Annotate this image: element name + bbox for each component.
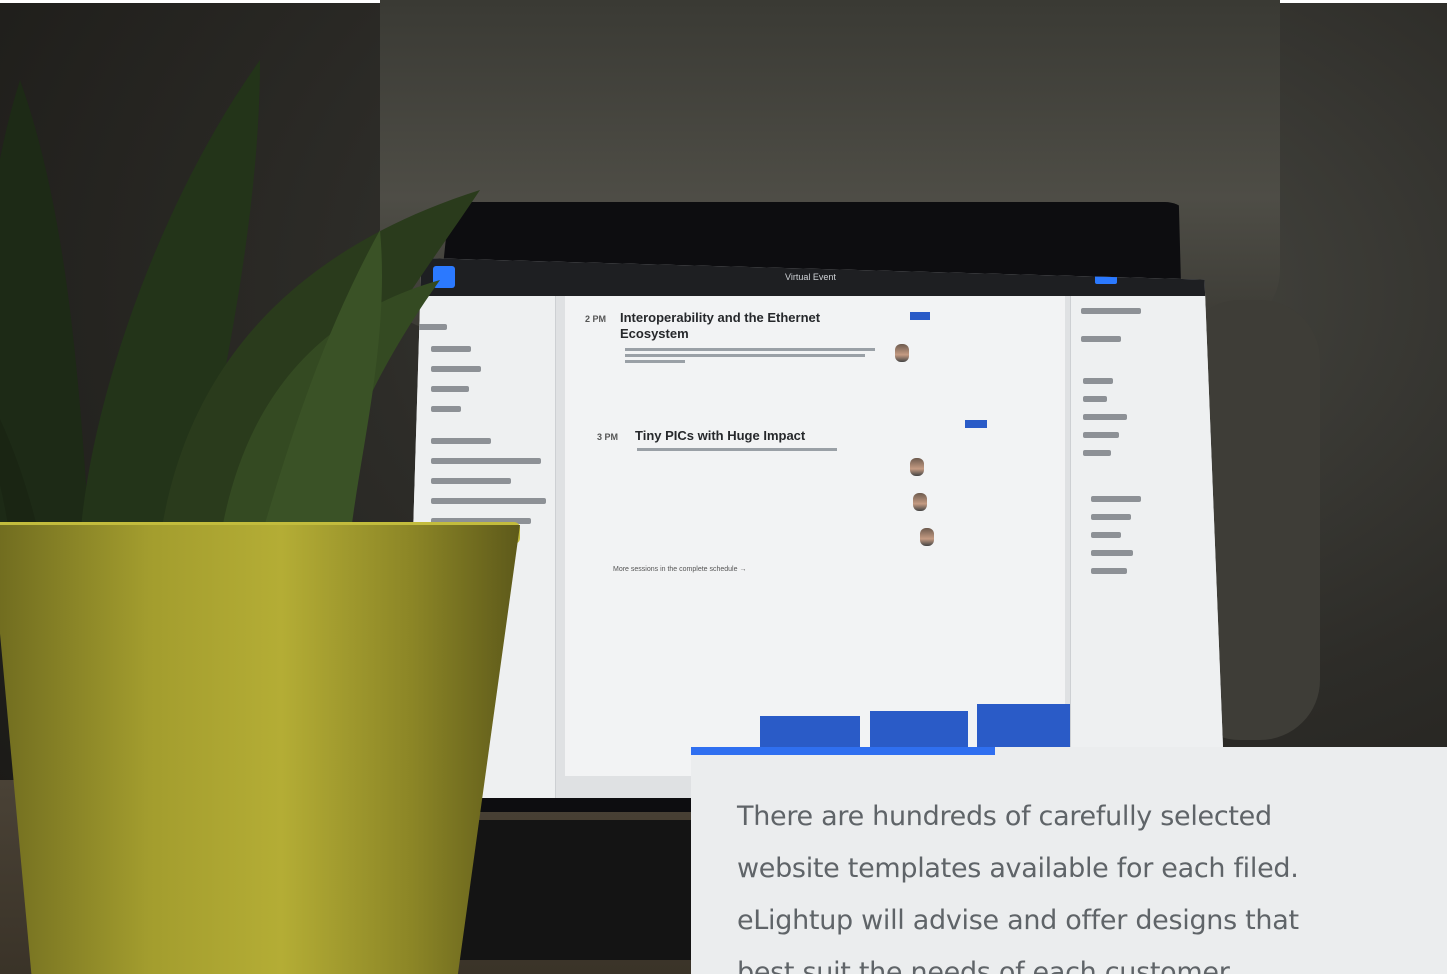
info-card-text: There are hundreds of carefully selected… [737, 801, 1299, 974]
speaker-avatar [895, 344, 909, 362]
session-time-1: 2 PM [585, 314, 607, 324]
plant-leaves [0, 60, 480, 540]
info-card: There are hundreds of carefully selected… [691, 747, 1447, 974]
speaker-avatar [910, 458, 924, 476]
session-title-1: Interoperability and the Ethernet Ecosys… [620, 310, 821, 341]
design-properties-panel [1070, 296, 1225, 798]
speaker-avatar [920, 528, 934, 546]
accent-bar [691, 747, 995, 755]
session-time-2: 3 PM [597, 432, 619, 442]
register-button [965, 420, 987, 428]
more-sessions-link: More sessions in the complete schedule → [613, 566, 747, 573]
app-title: Virtual Event [785, 272, 836, 282]
design-canvas: 2 PM Interoperability and the Ethernet E… [565, 296, 1075, 776]
laptop-screen: Virtual Event 2 PM Interoperability and … [405, 258, 1225, 798]
yellow-pot [0, 525, 520, 974]
speaker-avatar [913, 493, 927, 511]
register-button [910, 312, 930, 320]
session-title-2: Tiny PICs with Huge Impact [635, 428, 806, 443]
